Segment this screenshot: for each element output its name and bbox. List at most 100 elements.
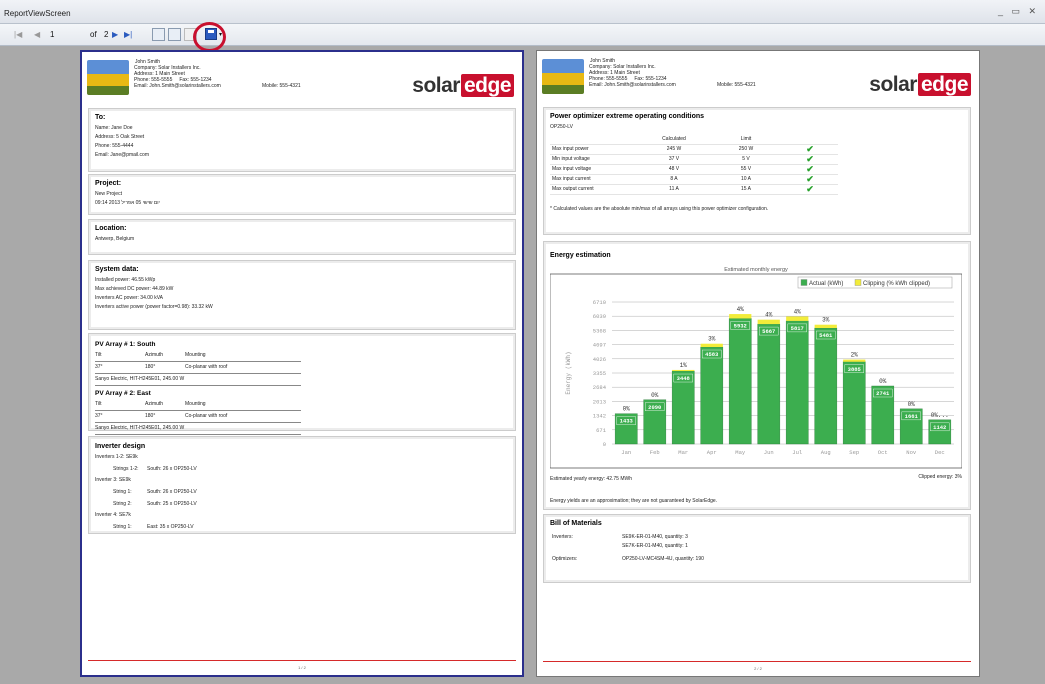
project-section: Project: New Project 09:14 2013 יום שישי…: [88, 174, 516, 215]
report-page-1: John Smith Company: Solar Installers Inc…: [80, 50, 524, 677]
last-page-icon[interactable]: ▶|: [124, 29, 132, 41]
first-page-icon[interactable]: |◀: [14, 29, 22, 41]
x-tick-label: Jan: [621, 449, 631, 456]
bar-clipping: [814, 324, 837, 329]
bar-actual: [814, 327, 838, 445]
x-tick-label: Jun: [764, 449, 774, 456]
data-label-clipping: 3%: [708, 336, 716, 343]
bar-clipping: [786, 316, 809, 321]
data-label-clipping: 2%: [851, 352, 859, 359]
data-label-value: 5817: [791, 325, 804, 332]
table-row: Max output current 11 A 15 A ✔: [550, 184, 838, 195]
page-setup-icon[interactable]: [152, 28, 165, 41]
bar-clipping: [700, 343, 723, 348]
location-section: Location: Antwerp, Belgium: [88, 219, 516, 255]
page-of-label: of: [90, 30, 97, 39]
optimizer-conditions-section: Power optimizer extreme operating condit…: [543, 107, 971, 235]
optimizer-table: Calculated Limit Max input power 245 W 250 …: [550, 135, 838, 195]
y-tick-label: 4697: [593, 342, 606, 349]
data-label-clipping: 4%: [794, 308, 802, 315]
data-label-value: 5667: [762, 328, 775, 335]
pv-array-1-table: Tilt Azimuth Mounting 37° 180° Co-planar wit…: [95, 350, 301, 386]
report-header: John Smith Company: Solar Installers Inc…: [537, 51, 979, 103]
x-tick-label: Feb: [650, 449, 660, 456]
bar-clipping: [729, 314, 752, 319]
table-row: Max input power 245 W 250 W ✔: [550, 144, 838, 155]
data-label-clipping: 3%: [822, 317, 830, 324]
print-icon[interactable]: [168, 28, 181, 41]
x-tick-label: Dec: [935, 449, 945, 456]
prev-page-icon[interactable]: ◀: [34, 29, 40, 41]
x-tick-label: May: [735, 449, 746, 456]
bom-table: Inverters: SE9K-ER-01-M40, quantity: 3 SE7…: [552, 534, 704, 562]
data-label-value: 5481: [819, 332, 833, 339]
y-tick-label: 2013: [593, 398, 606, 405]
bar-actual: [757, 323, 781, 445]
data-label-clipping: 0%...: [931, 412, 949, 419]
y-tick-label: 2684: [593, 384, 607, 391]
bar-clipping: [843, 359, 866, 362]
contact-block: John Smith Company: Solar Installers Inc…: [589, 58, 676, 88]
highlight-circle: [193, 22, 226, 52]
report-header: John Smith Company: Solar Installers Inc…: [82, 52, 522, 104]
x-tick-label: Nov: [906, 449, 917, 456]
page-number-input[interactable]: 1: [50, 29, 74, 41]
energy-estimation-section: Energy estimation Estimated monthly ener…: [543, 241, 971, 510]
data-label-clipping: 0%: [908, 401, 916, 408]
data-label-value: 3885: [848, 366, 862, 373]
table-row: Max input voltage 48 V 55 V ✔: [550, 164, 838, 175]
table-row: Min input voltage 37 V5 V ✔: [550, 154, 838, 165]
legend-label-actual: Actual (kWh): [809, 281, 843, 287]
data-label-value: 1142: [933, 424, 946, 431]
bar-clipping: [672, 369, 695, 372]
inverter-design-section: Inverter design Inverters 1-2: SE9k Stri…: [88, 436, 516, 534]
window-controls[interactable]: _ ▭ ✕: [998, 6, 1039, 17]
legend-label-clipping: Clipping (% kWh clipped): [863, 281, 930, 287]
check-icon: ✔: [782, 164, 838, 175]
report-toolbar: |◀ ◀ 1 of 2 ▶ ▶| ▾: [0, 24, 1045, 46]
chart-title: Estimated monthly energy: [724, 267, 788, 273]
y-axis-label: Energy (kWh): [565, 351, 572, 394]
data-label-clipping: 1%: [680, 362, 688, 369]
y-tick-label: 3355: [593, 370, 606, 377]
legend-swatch-clipping: [854, 279, 862, 286]
y-tick-label: 6039: [593, 313, 606, 320]
page-total: 2: [104, 30, 109, 39]
table-row: Max input current 8 A 10 A ✔: [550, 174, 838, 185]
data-label-value: 4583: [705, 351, 719, 358]
data-label-value: 5932: [734, 322, 747, 329]
check-icon: ✔: [782, 144, 838, 155]
y-tick-label: 6710: [593, 299, 606, 306]
data-label-clipping: 4%: [765, 312, 773, 319]
mobile-number: Mobile: 555-4321: [262, 83, 301, 89]
report-page-2: John Smith Company: Solar Installers Inc…: [536, 50, 980, 677]
bill-of-materials-section: Bill of Materials Inverters: SE9K-ER-01-M…: [543, 514, 971, 583]
pv-arrays-section: PV Array # 1: South Tilt Azimuth Mounting …: [88, 333, 516, 435]
bar-actual: [728, 318, 752, 445]
y-tick-label: 1342: [593, 413, 606, 420]
footer-line: [543, 661, 971, 662]
page-footer-number: 1 / 2: [298, 665, 306, 670]
x-tick-label: Aug: [821, 449, 831, 456]
x-tick-label: Sep: [849, 449, 859, 456]
y-tick-label: 5368: [593, 327, 606, 334]
bar-actual: [842, 361, 866, 445]
data-label-clipping: 4%: [737, 306, 745, 313]
page-footer-number: 2 / 2: [754, 666, 762, 671]
next-page-icon[interactable]: ▶: [112, 29, 118, 41]
system-data-section: System data: Installed power: 46.55 kWp …: [88, 260, 516, 330]
x-tick-label: Mar: [678, 449, 688, 456]
data-label-value: 2741: [876, 390, 890, 397]
check-icon: ✔: [782, 154, 838, 165]
check-icon: ✔: [782, 174, 838, 185]
data-label-value: 3448: [677, 375, 691, 382]
footer-line: [88, 660, 516, 661]
energy-chart: Estimated monthly energy Actual (kWh) Clip…: [550, 267, 962, 469]
x-tick-label: Jul: [792, 449, 802, 456]
contact-block: John Smith Company: Solar Installers Inc…: [134, 59, 221, 89]
to-section: To: Name: Jane Doe Address: 5 Oak Street…: [88, 108, 516, 172]
window-title: ReportViewScreen: [4, 9, 71, 18]
data-label-clipping: 0%: [879, 378, 887, 385]
legend-swatch-actual: [800, 279, 808, 286]
bar-actual: [700, 346, 724, 445]
